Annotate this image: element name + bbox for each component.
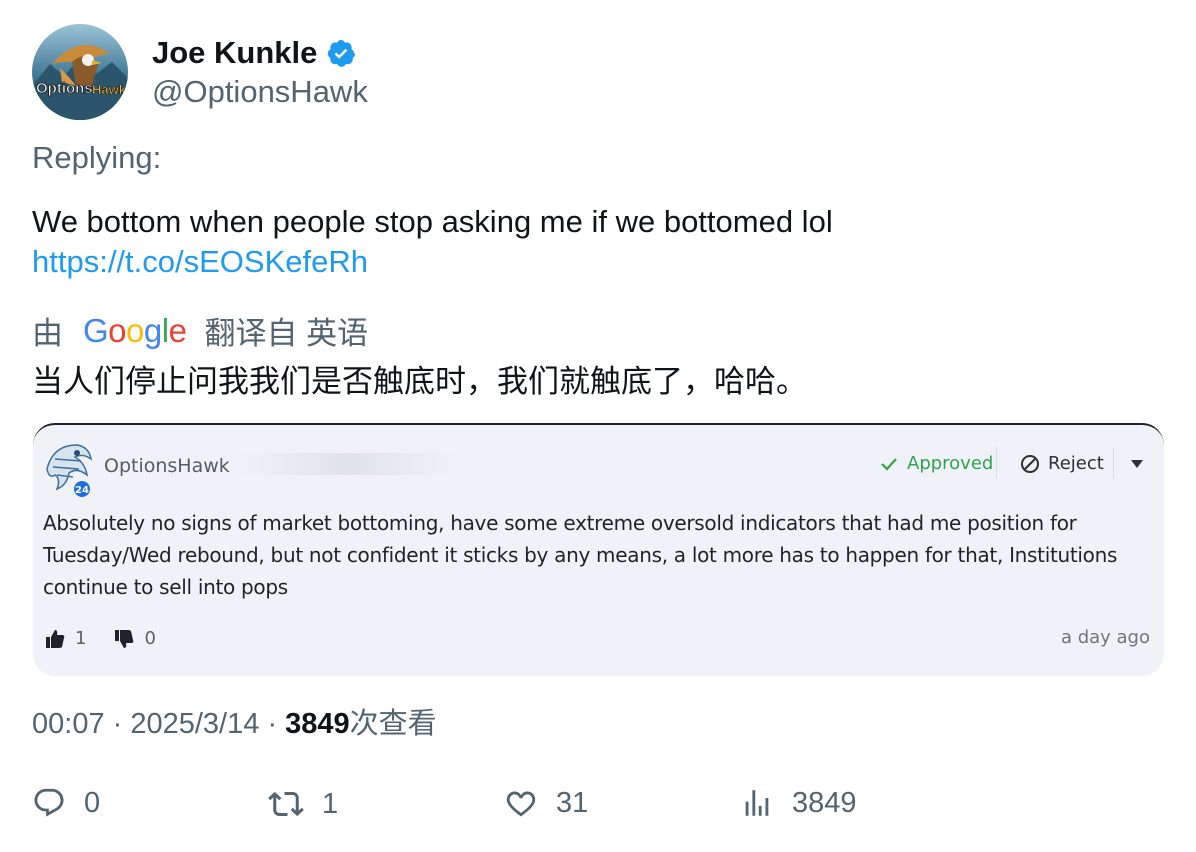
card-body-text: Absolutely no signs of market bottoming,…: [43, 511, 1118, 599]
thumbs-down-icon: [115, 629, 134, 648]
avatar-badge-count: 24: [75, 485, 89, 496]
view-count: 3849: [285, 708, 350, 740]
avatar[interactable]: Options Hawk: [32, 24, 128, 120]
views-button[interactable]: 3849: [740, 786, 857, 820]
retweet-icon: [268, 791, 304, 817]
user-handle[interactable]: @OptionsHawk: [152, 74, 368, 110]
downvote-button[interactable]: 0: [114, 628, 156, 649]
verified-badge-icon: [328, 39, 356, 67]
views-count: 3849: [792, 786, 857, 819]
block-icon: [1021, 454, 1039, 473]
tweet-meta: 00:07 · 2025/3/14 · 3849次查看: [32, 700, 437, 742]
heart-icon: [506, 791, 536, 817]
meta-separator: ·: [267, 708, 286, 740]
tweet-time[interactable]: 00:07: [32, 708, 105, 740]
tweet-link[interactable]: https://t.co/sEOSKefeRh: [32, 242, 833, 282]
tweet-header: Options Hawk Joe Kunkle @OptionsHawk: [32, 24, 368, 120]
reject-button[interactable]: Reject: [1020, 453, 1104, 474]
avatar-logo-text-b: Hawk: [92, 82, 127, 97]
embedded-image-card[interactable]: 24 OptionsHawk Approved Reject Absolutel…: [33, 423, 1164, 676]
action-bar: 0 1 31 3849: [32, 786, 1162, 828]
translated-text: 当人们停止问我我们是否触底时，我们就触底了，哈哈。: [32, 364, 807, 399]
google-logo[interactable]: Google: [83, 312, 187, 350]
approved-label: Approved: [907, 453, 994, 474]
translation-attribution: 由 Google 翻译自 英语: [32, 308, 368, 353]
reject-label: Reject: [1048, 453, 1104, 474]
checkmark-icon: [881, 457, 897, 471]
vote-bar: 1 0: [45, 628, 184, 649]
tweet-text: We bottom when people stop asking me if …: [32, 204, 833, 239]
display-name-row: Joe Kunkle: [152, 34, 368, 72]
divider: [996, 447, 997, 479]
upvote-button[interactable]: 1: [45, 628, 86, 649]
display-name[interactable]: Joe Kunkle: [152, 35, 317, 71]
translation-prefix: 由: [32, 316, 63, 351]
tweet-body: We bottom when people stop asking me if …: [32, 202, 833, 282]
retweet-button[interactable]: 1: [268, 786, 338, 822]
card-username: OptionsHawk: [104, 455, 230, 477]
chevron-down-icon[interactable]: [1130, 458, 1144, 470]
like-count: 31: [556, 786, 589, 819]
analytics-icon: [745, 790, 769, 816]
translation-suffix: 翻译自 英语: [204, 316, 369, 351]
meta-separator: ·: [112, 708, 131, 740]
avatar-logo-text-a: Options: [36, 80, 93, 97]
approved-button[interactable]: Approved: [880, 453, 993, 474]
retweet-count: 1: [322, 787, 339, 820]
view-label: 次查看: [349, 708, 437, 740]
like-button[interactable]: 31: [504, 786, 588, 820]
thumbs-up-icon: [46, 629, 65, 648]
upvote-count: 1: [75, 628, 87, 649]
reply-button[interactable]: 0: [32, 786, 100, 820]
card-timestamp: a day ago: [1060, 627, 1150, 648]
reply-count: 0: [84, 786, 101, 819]
blurred-text: [238, 453, 458, 475]
downvote-count: 0: [144, 628, 156, 649]
divider: [1113, 447, 1114, 479]
reply-icon: [34, 788, 64, 817]
user-names: Joe Kunkle @OptionsHawk: [152, 34, 368, 110]
replying-label: Replying:: [32, 140, 162, 175]
hawk-avatar-icon: 24: [46, 444, 93, 497]
tweet-date[interactable]: 2025/3/14: [130, 708, 259, 740]
